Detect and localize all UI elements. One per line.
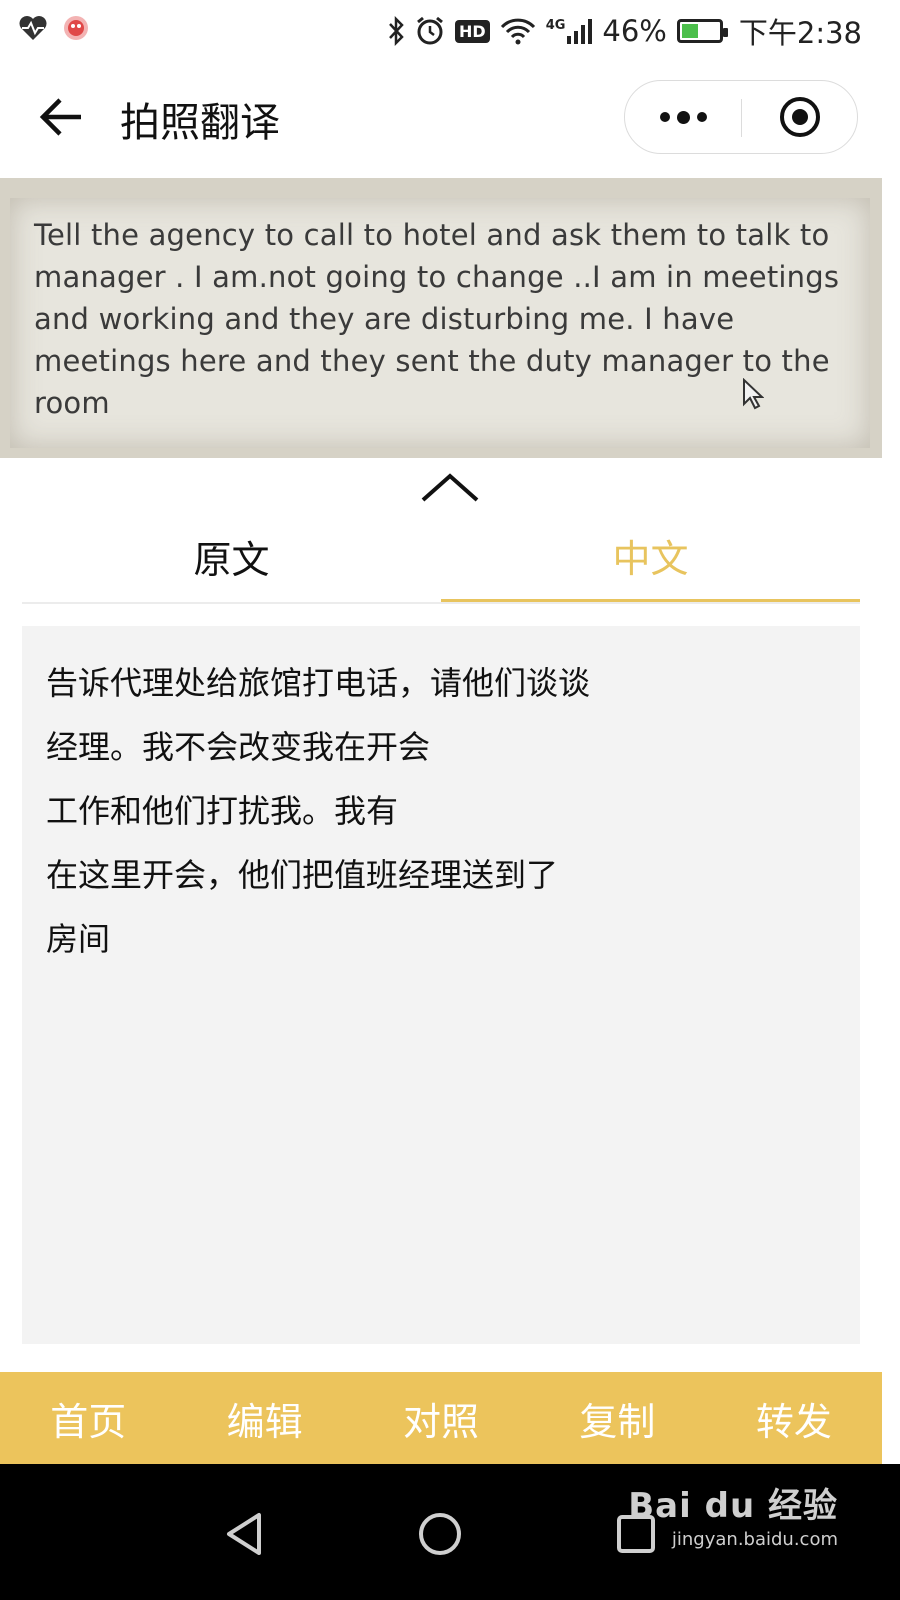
chevron-up-icon [421,473,479,502]
result-line: 在这里开会，他们把值班经理送到了 [46,856,559,894]
photo-screen: Tell the agency to call to hotel and ask… [10,198,870,448]
android-nav-bar: Bai du 经验 jingyan.baidu.com [0,1464,900,1600]
network-type-label: 4G [545,18,566,33]
nav-back-button[interactable] [204,1494,284,1574]
result-line: 经理。我不会改变我在开会 [46,728,431,766]
tab-original[interactable]: 原文 [22,512,441,600]
nav-home-button[interactable] [400,1494,480,1574]
result-line: 告诉代理处给旅馆打电话，请他们谈谈 [46,664,591,702]
navigation-header: 拍照翻译 [0,60,900,178]
back-arrow-icon [39,98,81,136]
home-button[interactable]: 首页 [0,1372,176,1464]
bluetooth-icon [389,16,404,46]
health-icon [19,16,47,40]
captured-photo: Tell the agency to call to hotel and ask… [0,178,882,458]
hd-icon: HD [455,19,490,43]
wifi-icon [500,18,535,45]
status-right: HD 4G 46% 下午2:38 [387,10,862,52]
compare-button[interactable]: 对照 [353,1372,529,1464]
alarm-icon [417,16,443,45]
tab-chinese[interactable]: 中文 [441,512,860,602]
signal-icon: 4G [546,18,593,44]
back-button[interactable] [36,92,86,142]
status-left-icons [18,14,90,42]
result-line: 工作和他们打扰我。我有 [46,792,399,830]
bottom-toolbar: 首页 编辑 对照 复制 转发 [0,1372,882,1464]
copy-button[interactable]: 复制 [529,1372,705,1464]
status-bar: HD 4G 46% 下午2:38 [0,0,900,60]
more-icon [659,112,670,122]
baidu-jingyan-watermark: Bai du 经验 jingyan.baidu.com [628,1478,838,1550]
result-line: 房间 [46,920,111,958]
watermark-sub: jingyan.baidu.com [671,1529,838,1550]
app-notification-icon [64,16,88,40]
nav-home-icon [419,1513,461,1555]
language-tabs: 原文 中文 [22,512,860,604]
clock: 下午2:38 [738,16,862,50]
translation-result: 告诉代理处给旅馆打电话，请他们谈谈 经理。我不会改变我在开会 工作和他们打扰我。… [22,626,860,1344]
collapse-photo-button[interactable] [420,470,480,506]
watermark-main: Bai du 经验 [628,1486,838,1526]
close-miniprogram-button[interactable] [742,81,858,153]
battery-percent: 46% [602,14,667,48]
close-miniprogram-icon [780,97,820,137]
photo-source-text: Tell the agency to call to hotel and ask… [34,218,840,420]
battery-icon [676,19,728,43]
forward-button[interactable]: 转发 [706,1372,882,1464]
page-title: 拍照翻译 [120,100,280,146]
more-button[interactable] [625,81,741,153]
miniprogram-capsule [624,80,858,154]
mouse-cursor-icon [743,378,764,410]
edit-button[interactable]: 编辑 [176,1372,352,1464]
nav-back-icon [227,1513,261,1555]
